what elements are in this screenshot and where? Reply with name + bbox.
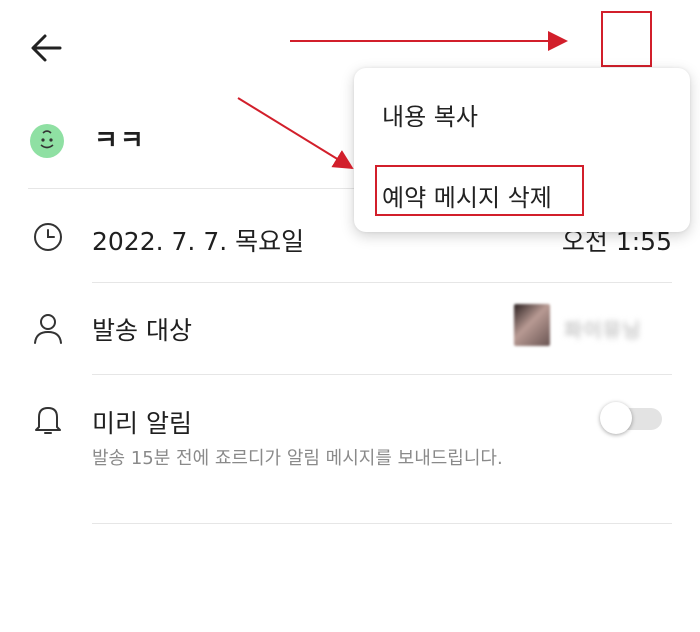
- message-title: ㅋㅋ: [94, 126, 146, 156]
- annotation-box-more: [601, 11, 652, 67]
- scheduled-date[interactable]: 2022. 7. 7. 목요일: [92, 222, 304, 258]
- recipient-avatar[interactable]: [514, 304, 550, 346]
- reminder-description: 발송 15분 전에 죠르디가 알림 메시지를 보내드립니다.: [92, 448, 503, 469]
- back-button[interactable]: [26, 30, 66, 66]
- bell-icon: [32, 402, 64, 434]
- reminder-toggle[interactable]: [600, 401, 662, 435]
- menu-item-delete-scheduled-message[interactable]: 예약 메시지 삭제: [354, 164, 690, 224]
- toggle-knob: [600, 402, 632, 434]
- smile-face-emoji-icon: [30, 124, 64, 158]
- menu-item-copy-content[interactable]: 내용 복사: [354, 83, 690, 143]
- overflow-menu: 내용 복사 예약 메시지 삭제: [354, 68, 690, 232]
- divider: [92, 523, 672, 524]
- reminder-label: 미리 알림: [92, 409, 192, 438]
- annotation-arrow-to-delete: [237, 97, 354, 170]
- menu-item-label: 내용 복사: [382, 103, 478, 131]
- menu-item-label: 예약 메시지 삭제: [382, 184, 552, 212]
- divider: [92, 374, 672, 375]
- person-icon: [32, 311, 64, 344]
- clock-icon: [32, 221, 64, 253]
- recipient-name[interactable]: 파이뮤닝: [564, 314, 642, 343]
- divider: [92, 282, 672, 283]
- arrow-left-icon: [31, 34, 62, 62]
- recipient-label: 발송 대상: [92, 316, 192, 345]
